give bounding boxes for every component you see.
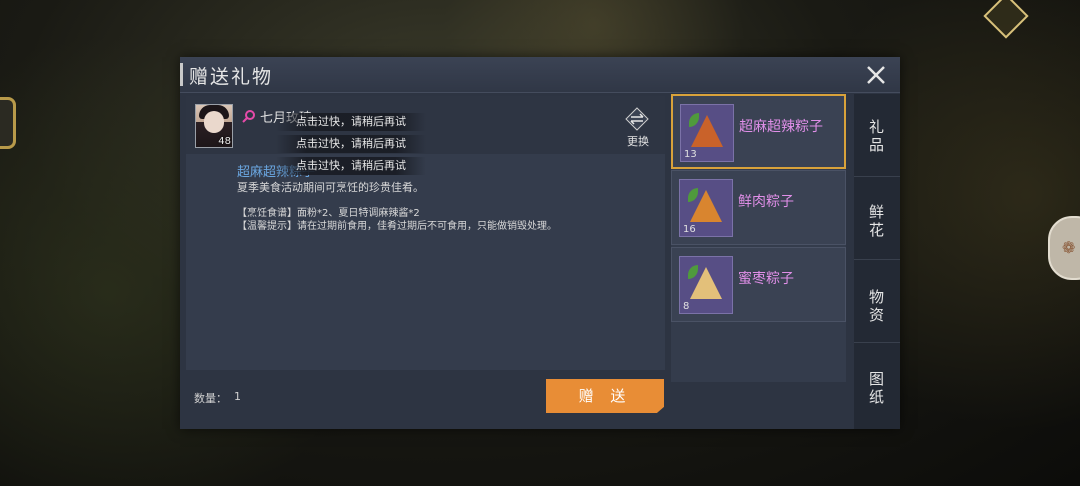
list-item[interactable]: 16 鲜肉粽子 (671, 170, 846, 245)
item-label: 鲜肉粽子 (738, 194, 794, 210)
tab-label: 鲜 (869, 203, 885, 221)
dumpling-icon: 16 (679, 179, 733, 237)
tab-label: 资 (869, 306, 885, 324)
left-hud-frame[interactable] (0, 97, 16, 149)
tab-label: 花 (869, 221, 885, 239)
list-item[interactable]: 13 超麻超辣粽子 (671, 94, 846, 169)
tab-blueprints[interactable]: 图 纸 (854, 343, 900, 429)
dialog-title: 赠送礼物 (189, 66, 274, 88)
gift-item-list: 13 超麻超辣粽子 16 鲜肉粽子 8 蜜枣粽子 (671, 94, 846, 382)
item-tip: 【温馨提示】请在过期前食用，佳肴过期后不可食用，只能做销毁处理。 (237, 221, 557, 232)
tab-label: 图 (869, 370, 885, 388)
swap-icon (625, 107, 649, 131)
paw-button[interactable]: ❁ (1048, 216, 1080, 280)
title-bar: 赠送礼物 (180, 57, 900, 93)
dumpling-icon: 8 (679, 256, 733, 314)
item-count: 16 (683, 224, 696, 235)
quantity-value: 1 (234, 390, 241, 403)
close-icon[interactable] (862, 61, 890, 89)
tab-supplies[interactable]: 物 资 (854, 260, 900, 343)
item-label: 超麻超辣粽子 (739, 119, 823, 135)
female-icon (242, 110, 255, 123)
item-description-area: 超麻超辣粽子 夏季美食活动期间可烹饪的珍贵佳肴。 【烹饪食谱】面粉*2、夏日特调… (186, 154, 665, 370)
change-label: 更换 (627, 135, 649, 148)
toast-message: 点击过快，请稍后再试 (276, 113, 426, 131)
tab-label: 物 (869, 288, 885, 306)
list-item[interactable]: 8 蜜枣粽子 (671, 247, 846, 322)
item-description: 夏季美食活动期间可烹饪的珍贵佳肴。 (237, 181, 424, 194)
category-sidebar: 礼 品 鲜 花 物 资 图 纸 (854, 94, 900, 429)
tab-flowers[interactable]: 鲜 花 (854, 177, 900, 260)
item-label: 蜜枣粽子 (738, 271, 794, 287)
avatar[interactable]: 48 (195, 104, 233, 148)
item-count: 13 (684, 149, 697, 160)
quantity-label: 数量： (194, 392, 227, 405)
tab-label: 纸 (869, 388, 885, 406)
tab-gifts[interactable]: 礼 品 (854, 94, 900, 177)
toast-message: 点击过快，请稍后再试 (276, 135, 426, 153)
item-count: 8 (683, 301, 690, 312)
avatar-face (204, 111, 224, 133)
paw-icon: ❁ (1062, 238, 1076, 257)
dumpling-icon: 13 (680, 104, 734, 162)
tab-label: 礼 (869, 118, 885, 136)
change-recipient-button[interactable]: 更换 (620, 107, 656, 148)
send-button[interactable]: 赠 送 (546, 379, 664, 413)
title-accent (180, 63, 183, 86)
recipient-level: 48 (218, 136, 231, 147)
toast-message: 点击过快，请稍后再试 (276, 157, 426, 175)
tab-label: 品 (869, 136, 885, 154)
